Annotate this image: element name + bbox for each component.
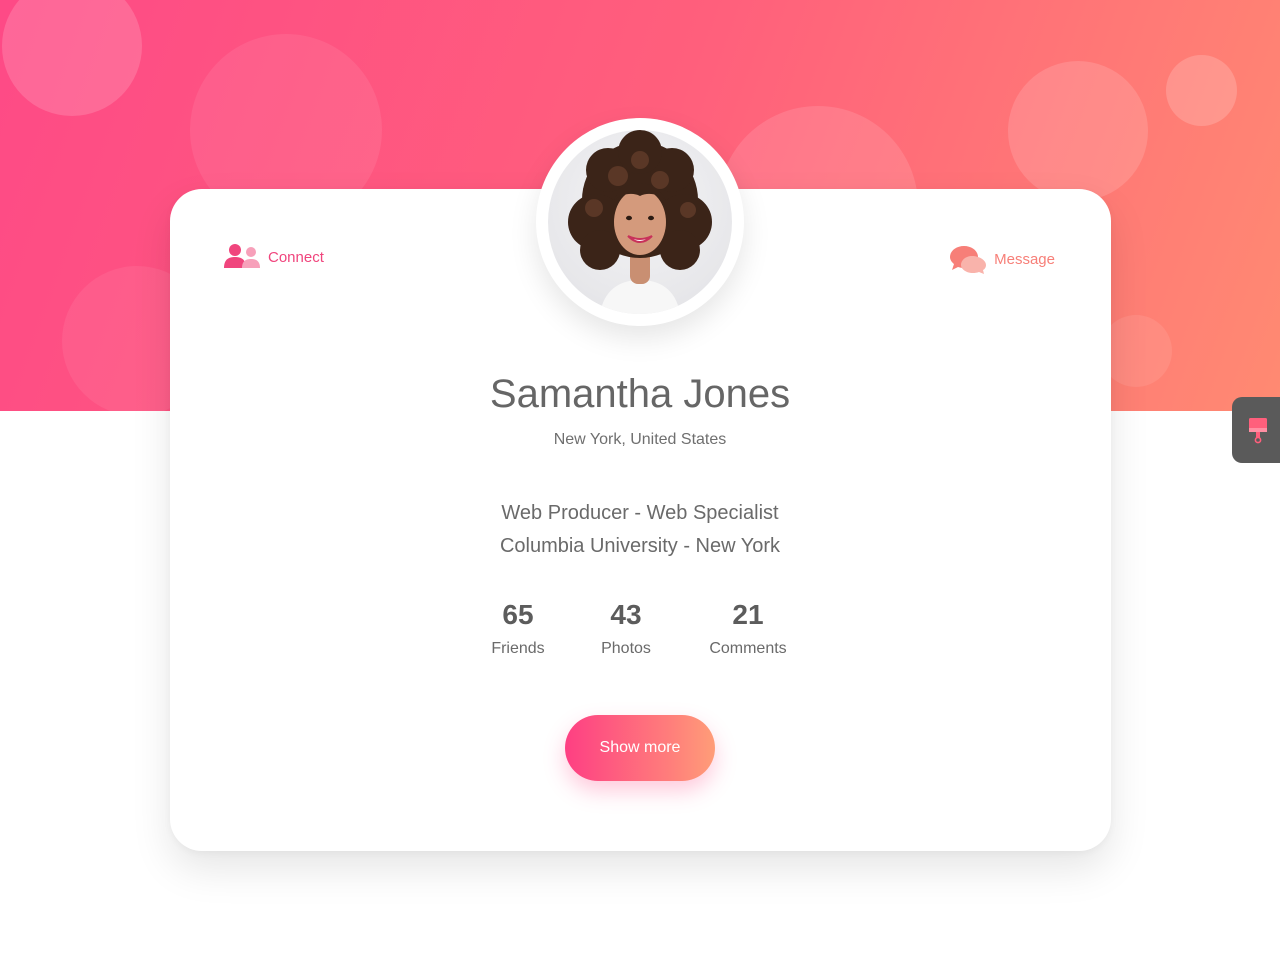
bio-line: Web Producer - Web Specialist <box>501 502 779 524</box>
profile-photo <box>548 130 732 314</box>
stat-comments: 21 Comments <box>700 598 796 658</box>
customizer-tab[interactable] <box>1232 397 1280 463</box>
message-button[interactable]: Message <box>950 244 1055 274</box>
stat-photos: 43 Photos <box>586 598 666 658</box>
stat-value: 21 <box>732 599 764 630</box>
connect-button[interactable]: Connect <box>224 244 324 270</box>
stat-value: 65 <box>502 599 534 630</box>
show-more-button[interactable]: Show more <box>565 715 715 781</box>
message-label: Message <box>994 250 1055 268</box>
bio-line: Columbia University - New York <box>499 535 781 557</box>
profile-photo-illustration <box>568 130 712 314</box>
decorative-circle <box>1166 55 1237 126</box>
users-icon <box>224 244 260 268</box>
stat-label: Friends <box>491 640 545 657</box>
stat-value: 43 <box>610 599 642 630</box>
decorative-circle <box>1008 61 1148 201</box>
profile-stats: 65 Friends 43 Photos 21 Comments <box>0 598 1280 668</box>
avatar <box>536 118 744 326</box>
decorative-circle <box>2 0 142 116</box>
paint-brush-icon <box>1249 418 1267 444</box>
profile-location: New York, United States <box>553 431 727 448</box>
connect-label: Connect <box>268 248 324 266</box>
stat-label: Photos <box>601 640 651 657</box>
profile-bio: Web Producer - Web Specialist Columbia U… <box>0 497 1280 563</box>
stat-label: Comments <box>709 640 787 657</box>
stat-friends: 65 Friends <box>478 598 558 658</box>
chat-bubbles-icon <box>950 246 987 274</box>
profile-name: Samantha Jones <box>489 372 791 416</box>
